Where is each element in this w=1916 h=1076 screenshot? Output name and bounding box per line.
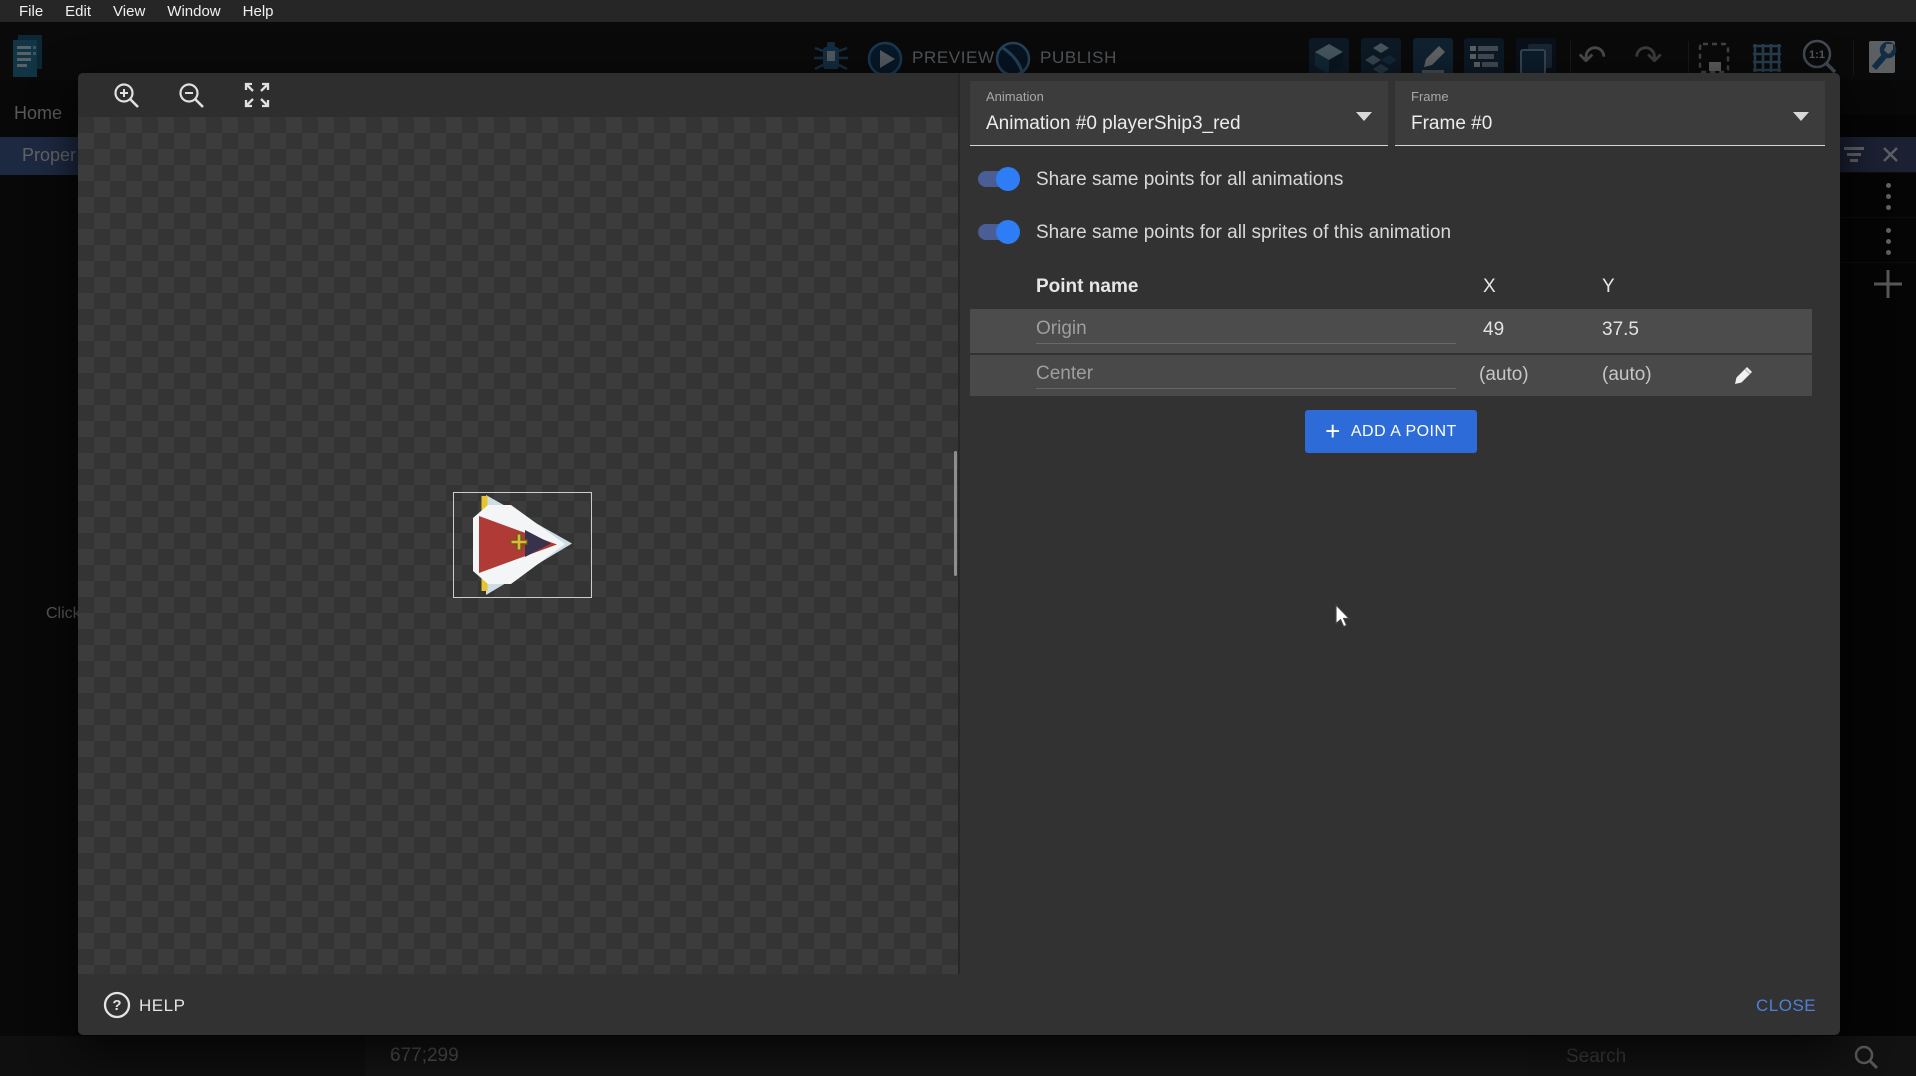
animation-select[interactable]: Animation Animation #0 playerShip3_red: [970, 81, 1388, 146]
help-icon[interactable]: ?: [103, 991, 131, 1019]
points-table-x-header: X: [1483, 276, 1496, 298]
sprite-player-ship[interactable]: [453, 492, 592, 598]
share-points-all-sprites-toggle[interactable]: [978, 224, 1018, 240]
close-button[interactable]: CLOSE: [1756, 996, 1816, 1016]
svg-text:?: ?: [112, 997, 121, 1014]
menu-bar: File Edit View Window Help: [0, 0, 1916, 22]
add-point-button[interactable]: + ADD A POINT: [1305, 410, 1477, 453]
canvas-toolbar: [78, 73, 960, 117]
point-y-value[interactable]: (auto): [1602, 364, 1652, 386]
animation-select-value: Animation #0 playerShip3_red: [986, 113, 1241, 135]
share-points-all-animations-toggle[interactable]: [978, 171, 1018, 187]
table-row-center[interactable]: Center (auto) (auto): [970, 355, 1812, 396]
frame-select[interactable]: Frame Frame #0: [1395, 81, 1825, 146]
mouse-cursor: [1334, 604, 1352, 630]
chevron-down-icon: [1356, 112, 1372, 121]
toggle-knob: [996, 220, 1020, 244]
points-editor-dialog: Animation Animation #0 playerShip3_red F…: [78, 73, 1840, 1035]
edit-pencil-icon[interactable]: [1732, 363, 1756, 387]
app-window: PREVIEW PUBLISH: [0, 0, 1916, 1076]
points-table-name-header: Point name: [1036, 276, 1138, 298]
menu-view[interactable]: View: [102, 3, 156, 20]
point-name-field[interactable]: Origin: [1036, 318, 1456, 344]
point-name-field[interactable]: Center: [1036, 363, 1456, 389]
chevron-down-icon: [1793, 112, 1809, 121]
animation-select-label: Animation: [986, 89, 1044, 104]
add-point-label: ADD A POINT: [1351, 423, 1457, 441]
help-button[interactable]: HELP: [139, 996, 185, 1016]
toggle-knob: [996, 167, 1020, 191]
point-x-value[interactable]: (auto): [1479, 364, 1529, 386]
table-row-origin[interactable]: Origin 49 37.5: [970, 309, 1812, 353]
menu-file[interactable]: File: [8, 3, 54, 20]
menu-help[interactable]: Help: [232, 3, 285, 20]
frame-select-label: Frame: [1411, 89, 1449, 104]
canvas-scrollbar[interactable]: [954, 451, 957, 576]
zoom-out-icon[interactable]: [178, 82, 205, 109]
panel-divider: [958, 73, 960, 974]
share-points-all-animations-label: Share same points for all animations: [1036, 169, 1343, 191]
plus-icon: +: [1325, 418, 1341, 444]
frame-select-value: Frame #0: [1411, 113, 1492, 135]
zoom-in-icon[interactable]: [113, 82, 140, 109]
point-x-value[interactable]: 49: [1483, 319, 1504, 341]
point-y-value[interactable]: 37.5: [1602, 319, 1639, 341]
fit-to-screen-icon[interactable]: [243, 81, 271, 109]
points-table-y-header: Y: [1602, 276, 1615, 298]
share-points-all-sprites-label: Share same points for all sprites of thi…: [1036, 222, 1451, 244]
menu-window[interactable]: Window: [156, 3, 231, 20]
menu-edit[interactable]: Edit: [54, 3, 102, 20]
